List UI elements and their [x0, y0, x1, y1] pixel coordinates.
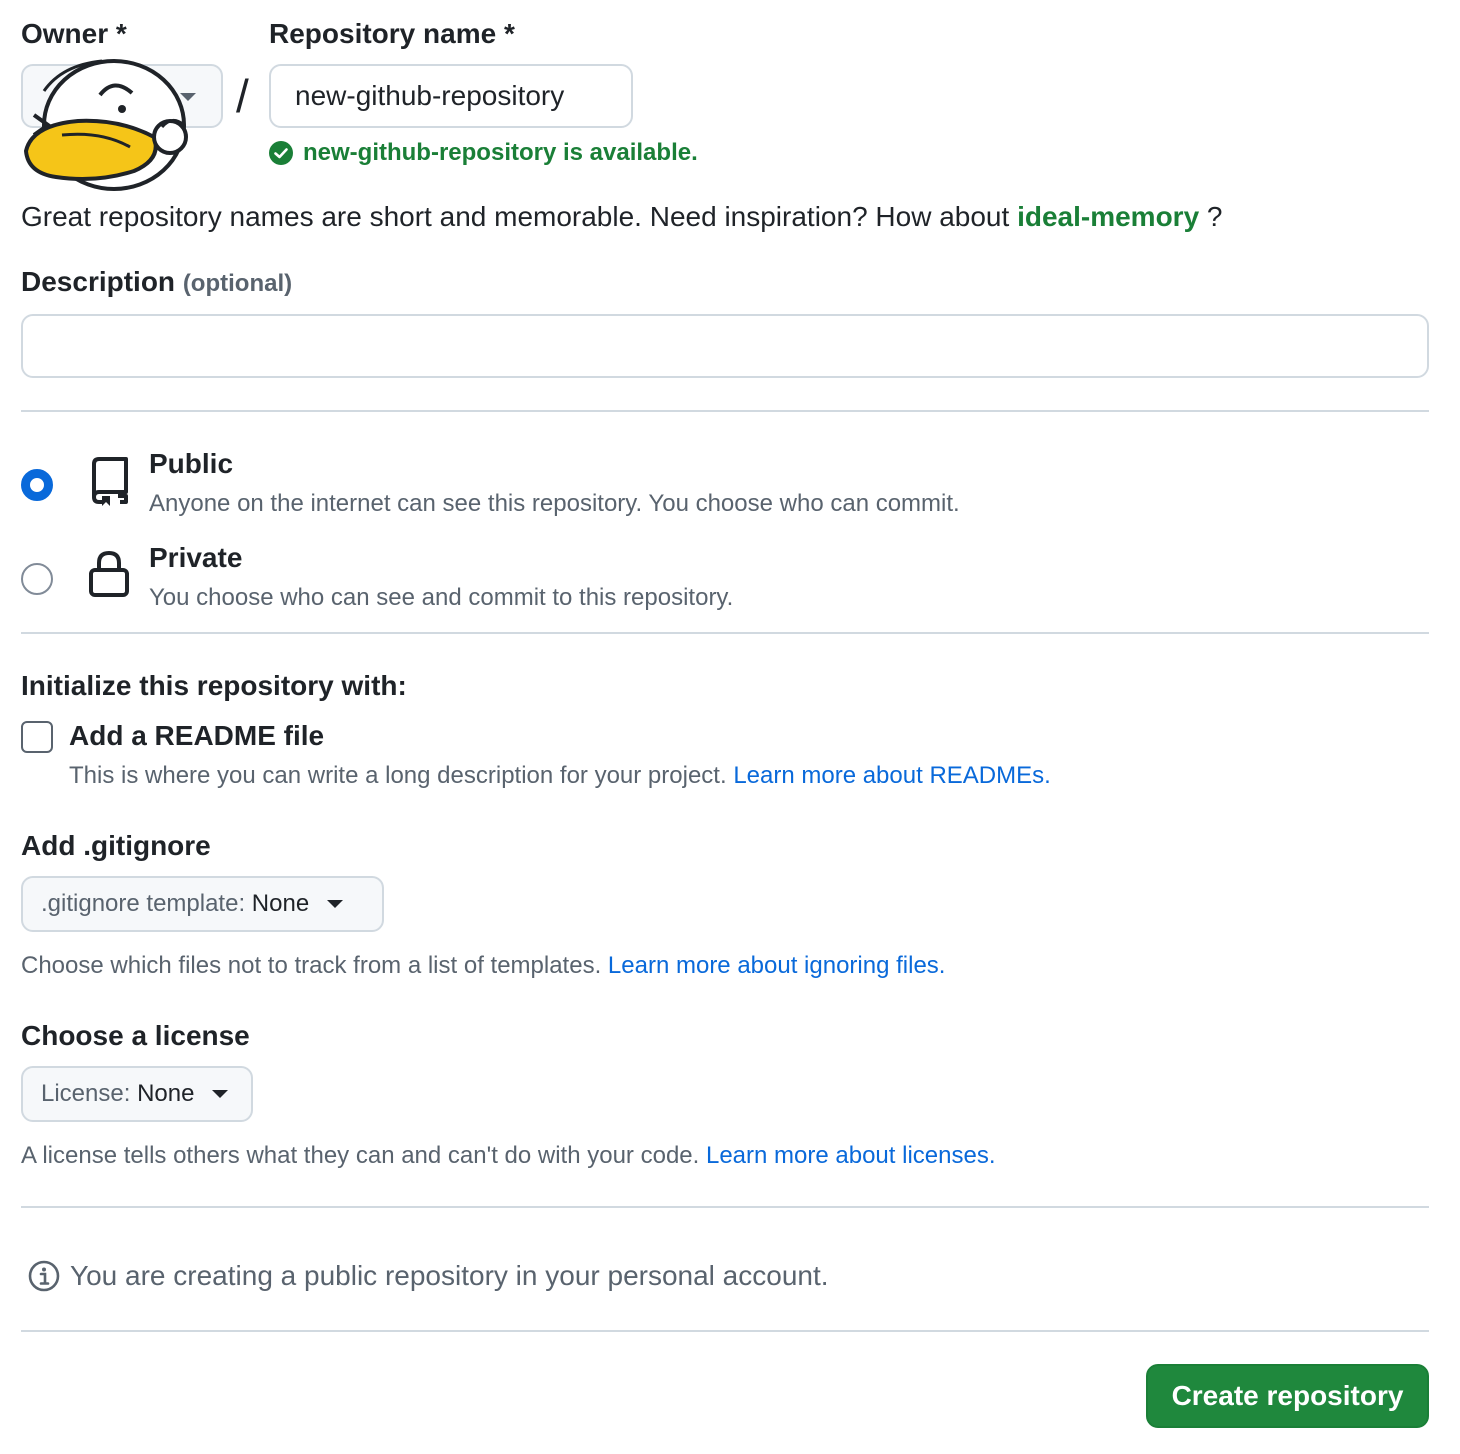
visibility-public-title: Public	[149, 448, 234, 479]
divider	[21, 632, 1429, 634]
repo-name-label: Repository name *	[269, 18, 515, 49]
radio-public[interactable]	[21, 469, 53, 501]
gitignore-description: Choose which files not to track from a l…	[21, 952, 946, 979]
radio-private[interactable]	[21, 563, 53, 595]
repo-name-input[interactable]	[269, 64, 633, 128]
name-inspiration: Great repository names are short and mem…	[21, 201, 1223, 232]
readme-learn-more-link[interactable]: Learn more about READMEs.	[733, 762, 1050, 789]
initialize-heading: Initialize this repository with:	[21, 670, 407, 701]
license-description: A license tells others what they can and…	[21, 1142, 996, 1169]
divider	[21, 1206, 1429, 1208]
create-repository-button[interactable]: Create repository	[1146, 1364, 1429, 1428]
gitignore-template-select[interactable]: .gitignore template: None	[21, 876, 384, 932]
visibility-public-desc: Anyone on the internet can see this repo…	[149, 490, 960, 517]
description-label: Description (optional)	[21, 266, 293, 297]
gitignore-learn-more-link[interactable]: Learn more about ignoring files.	[608, 952, 946, 979]
info-icon	[28, 1260, 60, 1292]
divider	[21, 410, 1429, 412]
readme-label[interactable]: Add a README file	[69, 720, 324, 752]
availability-message: new-github-repository is available.	[269, 138, 698, 168]
owner-repo-separator: /	[236, 70, 249, 122]
lock-icon	[89, 550, 129, 597]
readme-checkbox[interactable]	[21, 721, 53, 753]
description-input[interactable]	[21, 314, 1429, 378]
divider	[21, 1330, 1429, 1332]
gitignore-heading: Add .gitignore	[21, 830, 211, 861]
owner-avatar	[23, 59, 188, 191]
license-learn-more-link[interactable]: Learn more about licenses.	[706, 1142, 996, 1169]
repo-icon	[92, 457, 128, 506]
visibility-info: You are creating a public repository in …	[28, 1260, 829, 1292]
license-heading: Choose a license	[21, 1020, 250, 1051]
check-circle-icon	[269, 141, 293, 165]
chevron-down-icon	[327, 900, 344, 908]
chevron-down-icon	[212, 1090, 229, 1098]
readme-description: This is where you can write a long descr…	[69, 762, 1051, 789]
visibility-private-title: Private	[149, 542, 243, 573]
suggested-name-link[interactable]: ideal-memory	[1017, 201, 1199, 232]
owner-label: Owner *	[21, 18, 127, 49]
visibility-private-desc: You choose who can see and commit to thi…	[149, 584, 734, 611]
license-select[interactable]: License: None	[21, 1066, 253, 1122]
